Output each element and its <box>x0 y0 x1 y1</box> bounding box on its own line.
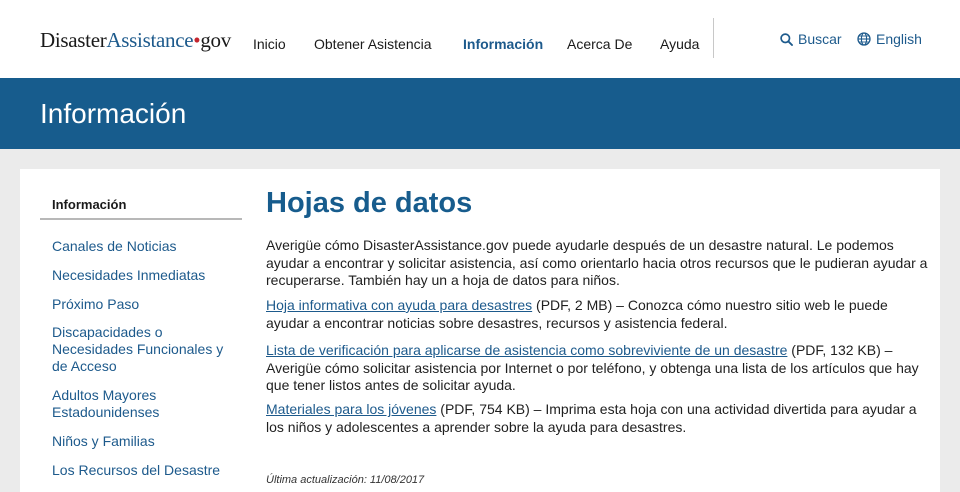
logo-text-assistance: Assistance <box>106 28 194 52</box>
nav-acerca-de[interactable]: Acerca De <box>567 36 632 52</box>
nav-informacion[interactable]: Información <box>463 36 543 52</box>
last-updated: Última actualización: 11/08/2017 <box>266 474 425 486</box>
doc-item: Lista de verificación para aplicarse de … <box>266 342 928 395</box>
doc-item: Materiales para los jóvenes (PDF, 754 KB… <box>266 401 928 436</box>
search-icon <box>780 32 793 46</box>
language-toggle[interactable]: English <box>857 31 922 47</box>
content-card: Información Canales de Noticias Necesida… <box>20 169 940 492</box>
search-button[interactable]: Buscar <box>780 31 842 47</box>
search-label: Buscar <box>798 31 842 47</box>
nav-obtener-asistencia[interactable]: Obtener Asistencia <box>314 36 432 52</box>
globe-icon <box>857 32 871 46</box>
site-logo[interactable]: DisasterAssistance•gov <box>40 28 231 53</box>
language-label: English <box>876 31 922 47</box>
nav-inicio[interactable]: Inicio <box>253 36 286 52</box>
sidebar-item-ninos-y-familias[interactable]: Niños y Familias <box>52 433 232 450</box>
nav-ayuda[interactable]: Ayuda <box>660 36 699 52</box>
doc-link-lista-de-verificacion[interactable]: Lista de verificación para aplicarse de … <box>266 342 787 358</box>
sidebar-item-discapacidades[interactable]: Discapacidades o Necesidades Funcionales… <box>52 324 232 375</box>
sidebar-title[interactable]: Información <box>52 197 126 212</box>
page-title: Información <box>40 98 187 129</box>
sidebar-item-recursos-del-desastre[interactable]: Los Recursos del Desastre <box>52 462 232 479</box>
section-title: Hojas de datos <box>266 187 473 219</box>
sidebar-item-necesidades-inmediatas[interactable]: Necesidades Inmediatas <box>52 267 232 284</box>
logo-text-gov: gov <box>200 28 231 52</box>
site-header: DisasterAssistance•gov Inicio Obtener As… <box>0 0 960 78</box>
doc-link-hoja-informativa[interactable]: Hoja informativa con ayuda para desastre… <box>266 297 532 313</box>
page-banner: Información <box>0 78 960 149</box>
nav-divider <box>713 18 714 58</box>
sidebar-item-canales-de-noticias[interactable]: Canales de Noticias <box>52 238 232 255</box>
sidebar-item-adultos-mayores[interactable]: Adultos Mayores Estadounidenses <box>52 387 232 421</box>
logo-text-disaster: Disaster <box>40 28 107 52</box>
intro-paragraph: Averigüe cómo DisasterAssistance.gov pue… <box>266 237 928 288</box>
doc-item: Hoja informativa con ayuda para desastre… <box>266 297 928 332</box>
doc-link-materiales-jovenes[interactable]: Materiales para los jóvenes <box>266 401 436 417</box>
sidebar-divider <box>40 218 242 220</box>
sidebar-item-proximo-paso[interactable]: Próximo Paso <box>52 296 232 313</box>
